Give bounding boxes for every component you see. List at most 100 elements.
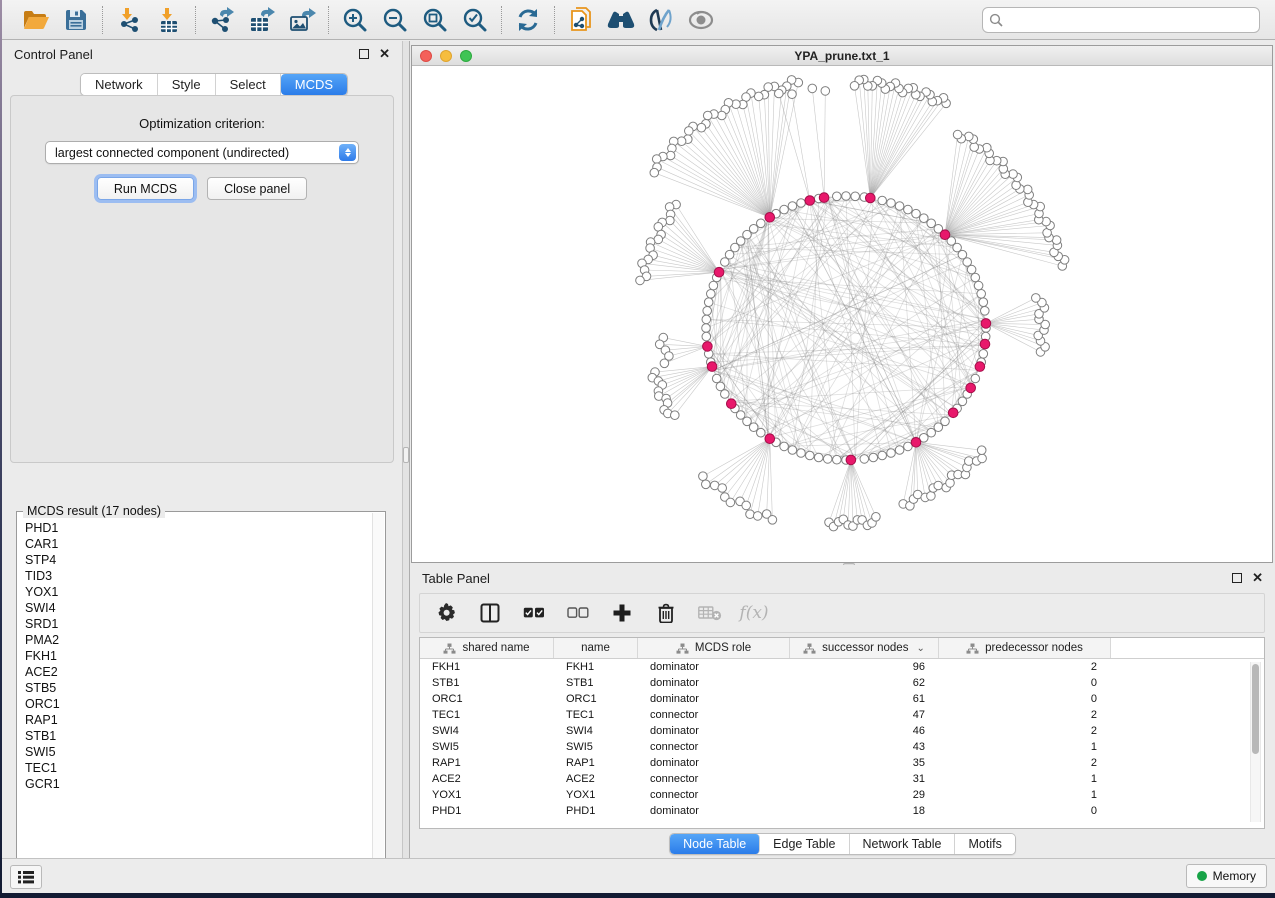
zoom-fit-button[interactable] — [419, 5, 451, 35]
export-table-button[interactable] — [246, 5, 278, 35]
tab-select[interactable]: Select — [216, 74, 281, 95]
column-header-predecessor-nodes[interactable]: predecessor nodes — [939, 638, 1111, 658]
memory-button[interactable]: Memory — [1186, 864, 1267, 888]
table-scrollbar-thumb[interactable] — [1252, 664, 1259, 754]
table-settings-button[interactable] — [434, 601, 458, 625]
float-table-panel-icon[interactable] — [1232, 573, 1242, 583]
mcds-result-item[interactable]: STB5 — [25, 680, 371, 696]
table-row[interactable]: RAP1RAP1dominator352 — [420, 755, 1264, 771]
refresh-button[interactable] — [512, 5, 544, 35]
network-window-titlebar[interactable]: YPA_prune.txt_1 — [412, 46, 1272, 66]
table-row[interactable]: ORC1ORC1dominator610 — [420, 691, 1264, 707]
table-row[interactable]: YOX1YOX1connector291 — [420, 787, 1264, 803]
table-row[interactable]: TEC1TEC1connector472 — [420, 707, 1264, 723]
column-header-name[interactable]: name — [554, 638, 638, 658]
table-row[interactable]: SWI5SWI5connector431 — [420, 739, 1264, 755]
mcds-result-item[interactable]: ACE2 — [25, 664, 371, 680]
mcds-result-item[interactable]: STB1 — [25, 728, 371, 744]
tab-style[interactable]: Style — [158, 74, 216, 95]
table-cell: connector — [638, 741, 790, 753]
table-cell: connector — [638, 789, 790, 801]
window-maximize-icon[interactable] — [460, 50, 472, 62]
tab-edge-table[interactable]: Edge Table — [760, 834, 849, 854]
mcds-result-item[interactable]: ORC1 — [25, 696, 371, 712]
import-table-button[interactable] — [153, 5, 185, 35]
table-row[interactable]: FKH1FKH1dominator962 — [420, 659, 1264, 675]
mcds-result-item[interactable]: CAR1 — [25, 536, 371, 552]
trash-icon — [657, 603, 675, 623]
attribute-type-icon — [443, 643, 456, 654]
deselect-all-button[interactable] — [566, 601, 590, 625]
mcds-result-item[interactable]: SRD1 — [25, 616, 371, 632]
close-panel-icon[interactable]: ✕ — [379, 49, 390, 59]
delete-table-button[interactable] — [698, 601, 722, 625]
mcds-result-item[interactable]: PHD1 — [25, 520, 371, 536]
mcds-result-list[interactable]: PHD1CAR1STP4TID3YOX1SWI4SRD1PMA2FKH1ACE2… — [25, 520, 371, 874]
run-mcds-button[interactable]: Run MCDS — [97, 177, 194, 200]
attribute-type-icon — [966, 643, 979, 654]
network-from-selection-button[interactable] — [565, 5, 597, 35]
status-menu-button[interactable] — [10, 865, 42, 889]
select-all-button[interactable] — [522, 601, 546, 625]
tab-network[interactable]: Network — [81, 74, 158, 95]
mcds-result-item[interactable]: GCR1 — [25, 776, 371, 792]
zoom-out-button[interactable] — [379, 5, 411, 35]
vertical-splitter[interactable] — [402, 41, 410, 858]
export-network-button[interactable] — [206, 5, 238, 35]
window-close-icon[interactable] — [420, 50, 432, 62]
network-canvas[interactable] — [412, 66, 1272, 562]
table-cell: 2 — [939, 709, 1111, 721]
mcds-result-item[interactable]: TEC1 — [25, 760, 371, 776]
mcds-result-item[interactable]: STP4 — [25, 552, 371, 568]
mcds-result-scrollbar[interactable] — [372, 513, 384, 875]
export-image-icon — [288, 7, 316, 33]
close-panel-button[interactable]: Close panel — [207, 177, 307, 200]
close-table-panel-icon[interactable]: ✕ — [1252, 573, 1263, 583]
mcds-result-item[interactable]: YOX1 — [25, 584, 371, 600]
optimization-criterion-select[interactable]: largest connected component (undirected) — [45, 141, 359, 164]
export-network-icon — [208, 7, 236, 33]
column-header-mcds-role[interactable]: MCDS role — [638, 638, 790, 658]
column-header-successor-nodes[interactable]: successor nodes ⌄ — [790, 638, 939, 658]
table-scrollbar[interactable] — [1250, 662, 1261, 822]
tab-motifs[interactable]: Motifs — [955, 834, 1014, 854]
table-row[interactable]: PHD1PHD1dominator180 — [420, 803, 1264, 819]
window-minimize-icon[interactable] — [440, 50, 452, 62]
table-cell: 0 — [939, 805, 1111, 817]
column-header-shared-name[interactable]: shared name — [420, 638, 554, 658]
table-panel-title: Table Panel — [422, 571, 490, 586]
mcds-result-item[interactable]: TID3 — [25, 568, 371, 584]
function-builder-button[interactable]: f(x) — [742, 601, 766, 625]
show-graphics-details-button[interactable] — [685, 5, 717, 35]
mcds-result-item[interactable]: SWI5 — [25, 744, 371, 760]
zoom-out-icon — [382, 7, 408, 33]
zoom-in-button[interactable] — [339, 5, 371, 35]
columns-icon — [480, 603, 500, 623]
find-button[interactable] — [605, 5, 637, 35]
search-input[interactable] — [982, 7, 1260, 33]
tab-network-table[interactable]: Network Table — [850, 834, 956, 854]
mcds-result-item[interactable]: SWI4 — [25, 600, 371, 616]
delete-column-button[interactable] — [654, 601, 678, 625]
float-panel-icon[interactable] — [359, 49, 369, 59]
vizmapper-preview-button[interactable] — [645, 5, 677, 35]
table-row[interactable]: STB1STB1dominator620 — [420, 675, 1264, 691]
export-image-button[interactable] — [286, 5, 318, 35]
table-toolbar: f(x) — [419, 593, 1265, 633]
save-session-button[interactable] — [60, 5, 92, 35]
table-row[interactable]: SWI4SWI4dominator462 — [420, 723, 1264, 739]
open-file-button[interactable] — [20, 5, 52, 35]
tab-mcds[interactable]: MCDS — [281, 74, 347, 95]
tab-node-table[interactable]: Node Table — [670, 834, 760, 854]
zoom-selected-button[interactable] — [459, 5, 491, 35]
add-column-button[interactable] — [610, 601, 634, 625]
vertical-splitter-handle[interactable] — [403, 447, 409, 463]
table-cell: 2 — [939, 757, 1111, 769]
table-row[interactable]: ACE2ACE2connector311 — [420, 771, 1264, 787]
mcds-result-item[interactable]: PMA2 — [25, 632, 371, 648]
mcds-result-item[interactable]: RAP1 — [25, 712, 371, 728]
import-network-button[interactable] — [113, 5, 145, 35]
show-column-panel-button[interactable] — [478, 601, 502, 625]
table-cell: STB1 — [554, 677, 638, 689]
mcds-result-item[interactable]: FKH1 — [25, 648, 371, 664]
